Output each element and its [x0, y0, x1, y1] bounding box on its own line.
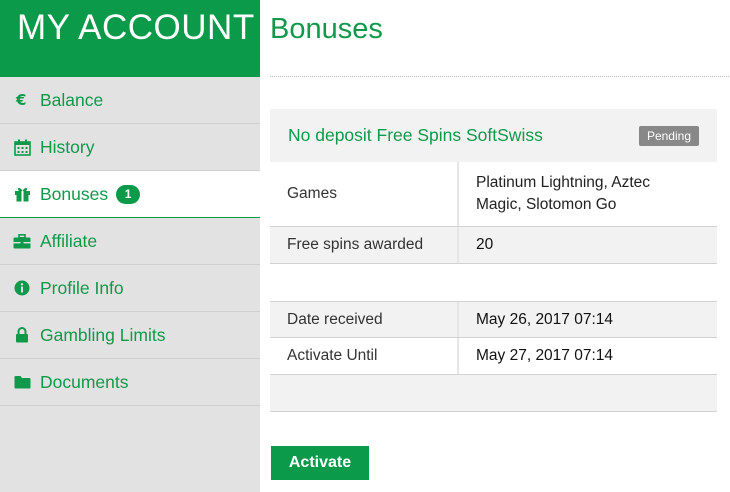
- sidebar-item-bonuses[interactable]: Bonuses 1: [0, 171, 260, 218]
- sidebar: MY ACCOUNT € Balance History Bonuses 1 A…: [0, 0, 260, 492]
- lock-icon: [12, 325, 32, 345]
- svg-text:€: €: [15, 92, 26, 108]
- activate-until-value: May 27, 2017 07:14: [476, 347, 614, 364]
- bonus-card-header: No deposit Free Spins SoftSwiss Pending: [270, 109, 717, 162]
- main-content: Bonuses No deposit Free Spins SoftSwiss …: [270, 0, 730, 492]
- games-value: Platinum Lightning, Aztec Magic, Slotomo…: [476, 174, 651, 213]
- activate-until-label: Activate Until: [270, 338, 459, 374]
- free-spins-value: 20: [476, 236, 494, 253]
- sidebar-item-profile-info[interactable]: Profile Info: [0, 265, 260, 312]
- sidebar-item-label: History: [40, 136, 95, 157]
- sidebar-item-balance[interactable]: € Balance: [0, 77, 260, 124]
- sidebar-item-history[interactable]: History: [0, 124, 260, 171]
- bonus-row-footer: [270, 375, 717, 412]
- free-spins-label: Free spins awarded: [270, 227, 459, 263]
- bonus-card: No deposit Free Spins SoftSwiss Pending …: [270, 109, 717, 412]
- activate-button[interactable]: Activate: [271, 446, 369, 480]
- page-title: Bonuses: [270, 13, 729, 77]
- account-header: MY ACCOUNT: [0, 0, 260, 77]
- bonus-row-free-spins: Free spins awarded 20: [270, 227, 717, 264]
- info-icon: [12, 278, 32, 298]
- sidebar-item-label: Profile Info: [40, 277, 124, 298]
- briefcase-icon: [12, 231, 32, 251]
- date-received-label: Date received: [270, 302, 459, 337]
- euro-icon: €: [12, 90, 32, 110]
- bonus-name: No deposit Free Spins SoftSwiss: [288, 125, 543, 145]
- bonus-row-date-received: Date received May 26, 2017 07:14: [270, 301, 717, 338]
- bonus-row-spacer: [270, 264, 717, 301]
- calendar-icon: [12, 137, 32, 157]
- sidebar-item-label: Gambling Limits: [40, 324, 166, 345]
- sidebar-item-gambling-limits[interactable]: Gambling Limits: [0, 312, 260, 359]
- sidebar-item-label: Affiliate: [40, 230, 98, 251]
- bonus-row-activate-until: Activate Until May 27, 2017 07:14: [270, 338, 717, 375]
- sidebar-item-label: Balance: [40, 89, 104, 110]
- sidebar-item-label: Documents: [40, 371, 129, 392]
- sidebar-nav: € Balance History Bonuses 1 Affiliate Pr…: [0, 77, 260, 406]
- status-badge: Pending: [638, 125, 699, 146]
- sidebar-item-documents[interactable]: Documents: [0, 359, 260, 406]
- sidebar-item-affiliate[interactable]: Affiliate: [0, 218, 260, 265]
- games-label: Games: [270, 162, 459, 226]
- sidebar-item-label: Bonuses: [40, 183, 109, 204]
- bonus-count-badge: 1: [116, 184, 141, 204]
- date-received-value: May 26, 2017 07:14: [476, 310, 614, 328]
- gift-icon: [12, 184, 32, 204]
- bonus-row-games: Games Platinum Lightning, Aztec Magic, S…: [270, 162, 717, 227]
- folder-icon: [12, 372, 32, 392]
